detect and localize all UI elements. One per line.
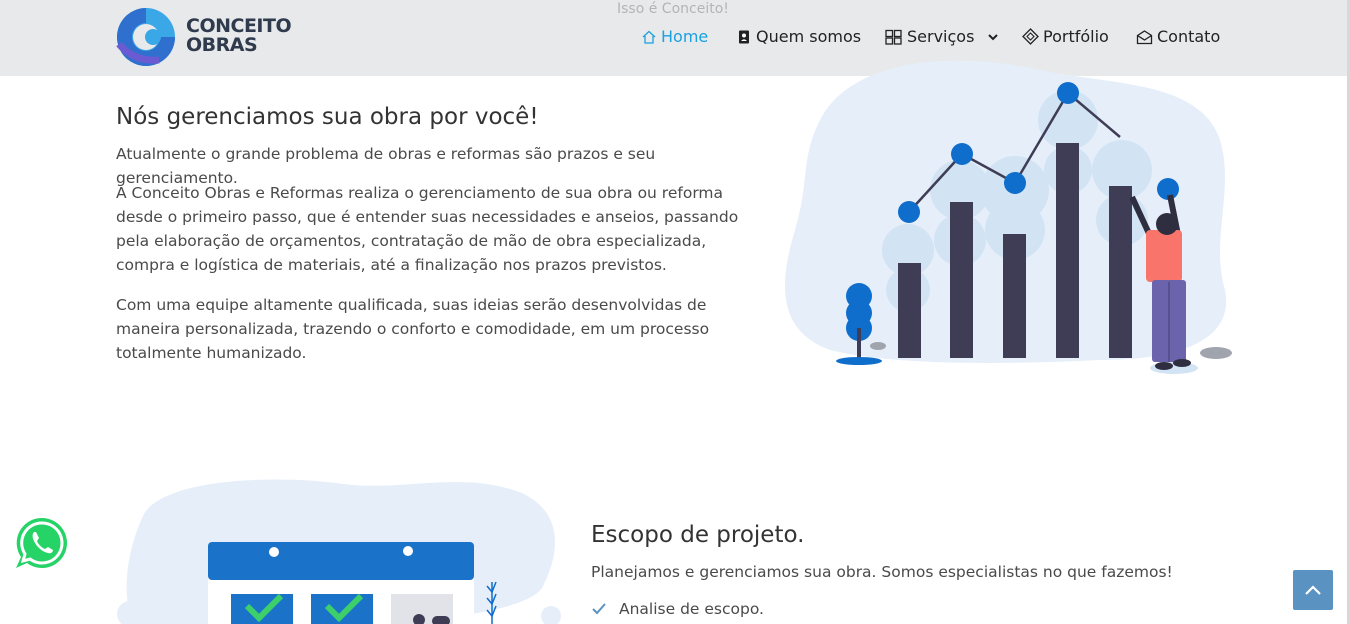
- chevron-down-icon: [988, 33, 999, 40]
- nav-portfolio[interactable]: Portfólio: [1022, 27, 1109, 46]
- back-to-top-button[interactable]: [1293, 570, 1333, 610]
- list-item-label: Analise de escopo.: [619, 600, 764, 618]
- check-icon: [592, 603, 606, 615]
- logo-text-line1: CONCEITO: [186, 15, 292, 37]
- grid-icon: [885, 29, 902, 45]
- diamond-icon: [1022, 28, 1039, 45]
- nav-quem-somos[interactable]: Quem somos: [736, 27, 861, 46]
- nav-servicos-label: Serviços: [907, 27, 975, 46]
- growth-chart-illustration: [784, 60, 1232, 374]
- calendar-illustration: [117, 479, 561, 624]
- whatsapp-button[interactable]: [13, 514, 71, 572]
- nav-servicos[interactable]: Serviços: [885, 27, 1000, 46]
- nav-contato[interactable]: Contato: [1136, 27, 1220, 46]
- scope-text: Planejamos e gerenciamos sua obra. Somos…: [591, 563, 1173, 581]
- nav-quem-somos-label: Quem somos: [756, 27, 862, 46]
- intro-paragraph: Com uma equipe altamente qualificada, su…: [116, 296, 710, 362]
- nav-home[interactable]: Home: [641, 27, 708, 46]
- chevron-up-icon: [1305, 585, 1321, 595]
- home-icon: [642, 30, 656, 44]
- logo-text-line2: OBRAS: [186, 34, 258, 56]
- envelope-icon: [1136, 29, 1153, 44]
- intro-title: Nós gerenciamos sua obra por você!: [116, 104, 539, 130]
- contact-card-icon: [739, 30, 749, 43]
- tagline: Isso é Conceito!: [617, 1, 729, 17]
- logo[interactable]: CONCEITO OBRAS: [114, 4, 304, 70]
- nav-contato-label: Contato: [1157, 27, 1221, 46]
- nav-portfolio-label: Portfólio: [1043, 27, 1109, 46]
- scope-title: Escopo de projeto.: [591, 522, 805, 548]
- whatsapp-icon: [16, 517, 67, 568]
- intro-paragraph: A Conceito Obras e Reformas realiza o ge…: [116, 184, 739, 274]
- list-item: Analise de escopo.: [591, 600, 764, 618]
- scope-list: Analise de escopo.: [591, 600, 764, 618]
- logo-mark-icon: [116, 8, 175, 66]
- nav-home-label: Home: [661, 27, 709, 46]
